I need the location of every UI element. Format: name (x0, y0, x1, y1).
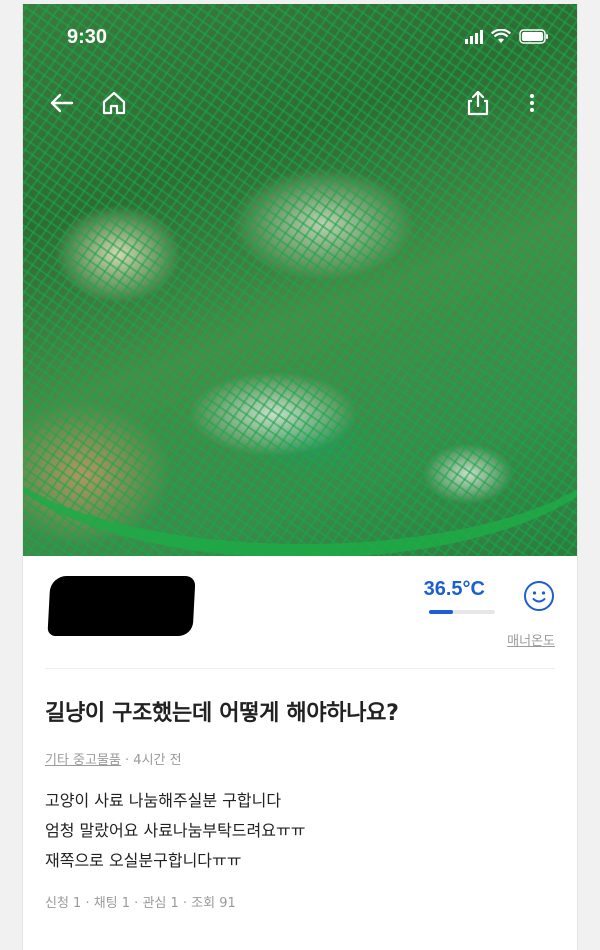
redacted-seller-info (47, 576, 196, 636)
phone-screen: 9:30 36.5°C 매너온도 길냥이 구조했는데 어떻게 해야하나요? 기타… (22, 4, 578, 950)
top-nav (23, 84, 577, 124)
post-detail: 길냥이 구조했는데 어떻게 해야하나요? 기타 중고물품 · 4시간 전 고양이… (23, 695, 577, 911)
wifi-icon (491, 29, 511, 43)
status-icons (465, 29, 549, 44)
manner-temperature-bar (429, 610, 495, 614)
post-body-line: 재쪽으로 오실분구합니다ㅠㅠ (45, 851, 242, 870)
post-stats: 신청 1 · 채팅 1 · 관심 1 · 조회 91 (45, 896, 236, 911)
status-bar: 9:30 (23, 4, 577, 74)
status-time: 9:30 (67, 26, 108, 48)
post-body-line: 고양이 사료 나눔해주실분 구합니다 (45, 791, 282, 810)
post-meta: 기타 중고물품 · 4시간 전 (45, 749, 555, 768)
signal-icon (465, 30, 483, 44)
post-title: 길냥이 구조했는데 어떻게 해야하나요? (45, 701, 399, 726)
manner-temperature-fill (429, 610, 454, 614)
smile-face-icon (524, 581, 554, 611)
more-vertical-icon[interactable] (517, 88, 547, 118)
manner-temperature-value: 36.5°C (423, 578, 485, 600)
manner-temperature-label[interactable]: 매너온도 (507, 630, 555, 649)
post-body: 고양이 사료 나눔해주실분 구합니다 엄청 말랐어요 사료나눔부탁드려요ㅠㅠ 재… (45, 786, 555, 876)
post-time: · 4시간 전 (125, 753, 182, 768)
post-body-line: 엄청 말랐어요 사료나눔부탁드려요ㅠㅠ (45, 821, 306, 840)
share-icon[interactable] (463, 88, 493, 118)
home-icon[interactable] (99, 88, 129, 118)
photo-net-rim (23, 304, 577, 556)
seller-profile: 36.5°C 매너온도 (45, 556, 555, 669)
post-category-link[interactable]: 기타 중고물품 (45, 753, 121, 768)
post-content: 36.5°C 매너온도 길냥이 구조했는데 어떻게 해야하나요? 기타 중고물품… (23, 556, 577, 911)
battery-icon (519, 29, 548, 44)
back-arrow-icon[interactable] (47, 88, 77, 118)
